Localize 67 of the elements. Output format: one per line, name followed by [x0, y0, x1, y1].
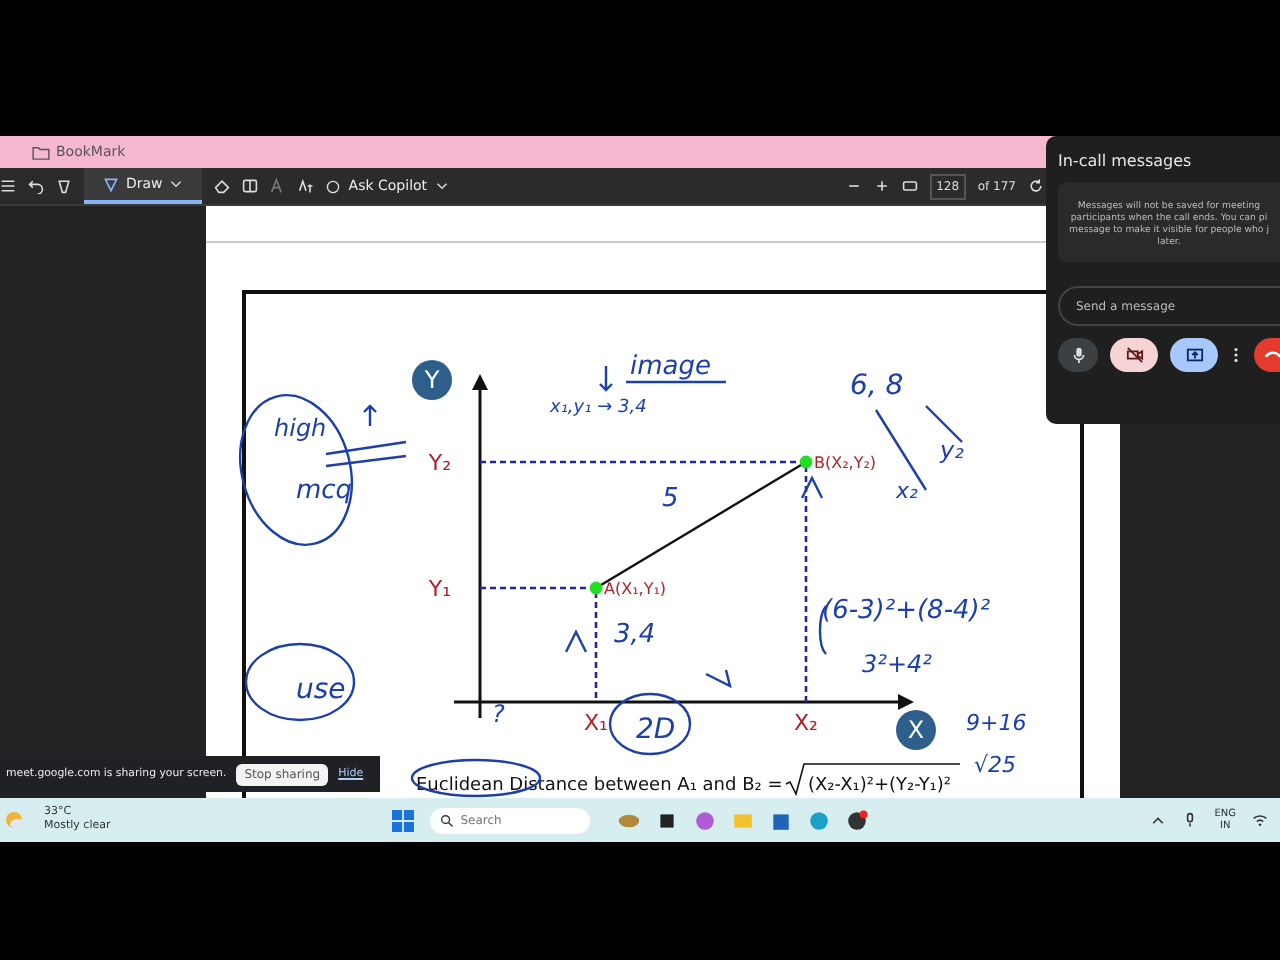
microphone-button[interactable]	[1058, 338, 1098, 372]
panel-title: In-call messages	[1058, 152, 1194, 170]
highlighter-icon[interactable]	[56, 178, 72, 194]
handwritten-note: 2D	[636, 714, 676, 746]
task-view-icon[interactable]	[656, 809, 679, 831]
widget-icon[interactable]	[618, 809, 641, 831]
y-tick-label: Y₁	[428, 576, 452, 602]
ink-circle	[244, 642, 356, 722]
handwritten-note: image	[630, 352, 711, 382]
ink-underline	[324, 440, 408, 468]
point-label: A(X₁,Y₁)	[604, 580, 667, 598]
caret-icon	[435, 182, 448, 190]
camera-off-icon	[1125, 346, 1143, 364]
handwritten-note: 9+16	[966, 710, 1027, 736]
fit-width-icon[interactable]	[901, 178, 918, 194]
ink-bracket	[818, 605, 827, 655]
draw-icon	[104, 177, 118, 191]
handwritten-note: x₁,y₁ → 3,4	[550, 398, 647, 418]
menu-icon[interactable]	[0, 178, 16, 194]
handwritten-note: (6-3)²+(8-4)²	[822, 596, 991, 626]
wifi-icon[interactable]	[1252, 812, 1269, 828]
handwritten-note: 5	[662, 484, 679, 514]
folder-icon	[32, 145, 50, 159]
search-icon	[440, 813, 455, 827]
eraser-icon[interactable]	[214, 178, 231, 194]
handwritten-note: high	[274, 414, 327, 442]
point-dot	[589, 581, 603, 595]
ink-arrow	[362, 404, 378, 428]
axis-badge	[412, 360, 452, 400]
present-button[interactable]	[1170, 338, 1218, 372]
handwritten-note: 3²+4²	[862, 650, 932, 678]
axis-label: Y	[424, 366, 440, 394]
axis-badge	[896, 710, 936, 750]
point-label: B(X₂,Y₂)	[814, 454, 877, 472]
handwritten-note: √25	[974, 752, 1017, 778]
zoom-in-icon[interactable]	[873, 178, 890, 194]
handwritten-note: y₂	[940, 436, 964, 464]
point-dot	[799, 455, 813, 469]
x-tick-label: X₂	[794, 710, 818, 736]
caret-icon	[170, 180, 183, 188]
microphone-icon	[1069, 346, 1087, 364]
more-icon	[1232, 346, 1240, 364]
y-tick-label: Y₂	[428, 450, 452, 476]
text-size-icon[interactable]	[270, 178, 287, 194]
end-call-button[interactable]	[1254, 338, 1280, 372]
microphone-icon[interactable]	[1182, 812, 1199, 828]
start-icon[interactable]	[392, 809, 415, 831]
translate-icon[interactable]	[298, 178, 315, 194]
chevron-up-icon[interactable]	[1150, 812, 1167, 828]
handwritten-note: ?	[492, 700, 505, 728]
handwritten-note: 3,4	[614, 620, 656, 650]
axis-label: X	[907, 716, 925, 744]
handwritten-note: 6, 8	[850, 370, 904, 402]
columns-icon[interactable]	[242, 178, 259, 194]
ink-underline	[626, 380, 726, 384]
handwritten-note: use	[296, 674, 346, 706]
camera-button[interactable]	[1110, 338, 1158, 372]
x-tick-label: X₁	[584, 710, 608, 736]
rotate-icon[interactable]	[1028, 178, 1044, 194]
handwritten-note: x₂	[896, 478, 918, 504]
present-screen-icon	[1185, 346, 1203, 364]
undo-icon[interactable]	[28, 178, 44, 194]
formula-root-text: (X₂-X₁)²+(Y₂-Y₁)²	[808, 776, 952, 796]
circle-icon	[326, 179, 341, 193]
ink-arrow	[598, 364, 614, 392]
ink-circle	[608, 692, 692, 756]
handwritten-note: mcq	[296, 476, 353, 506]
